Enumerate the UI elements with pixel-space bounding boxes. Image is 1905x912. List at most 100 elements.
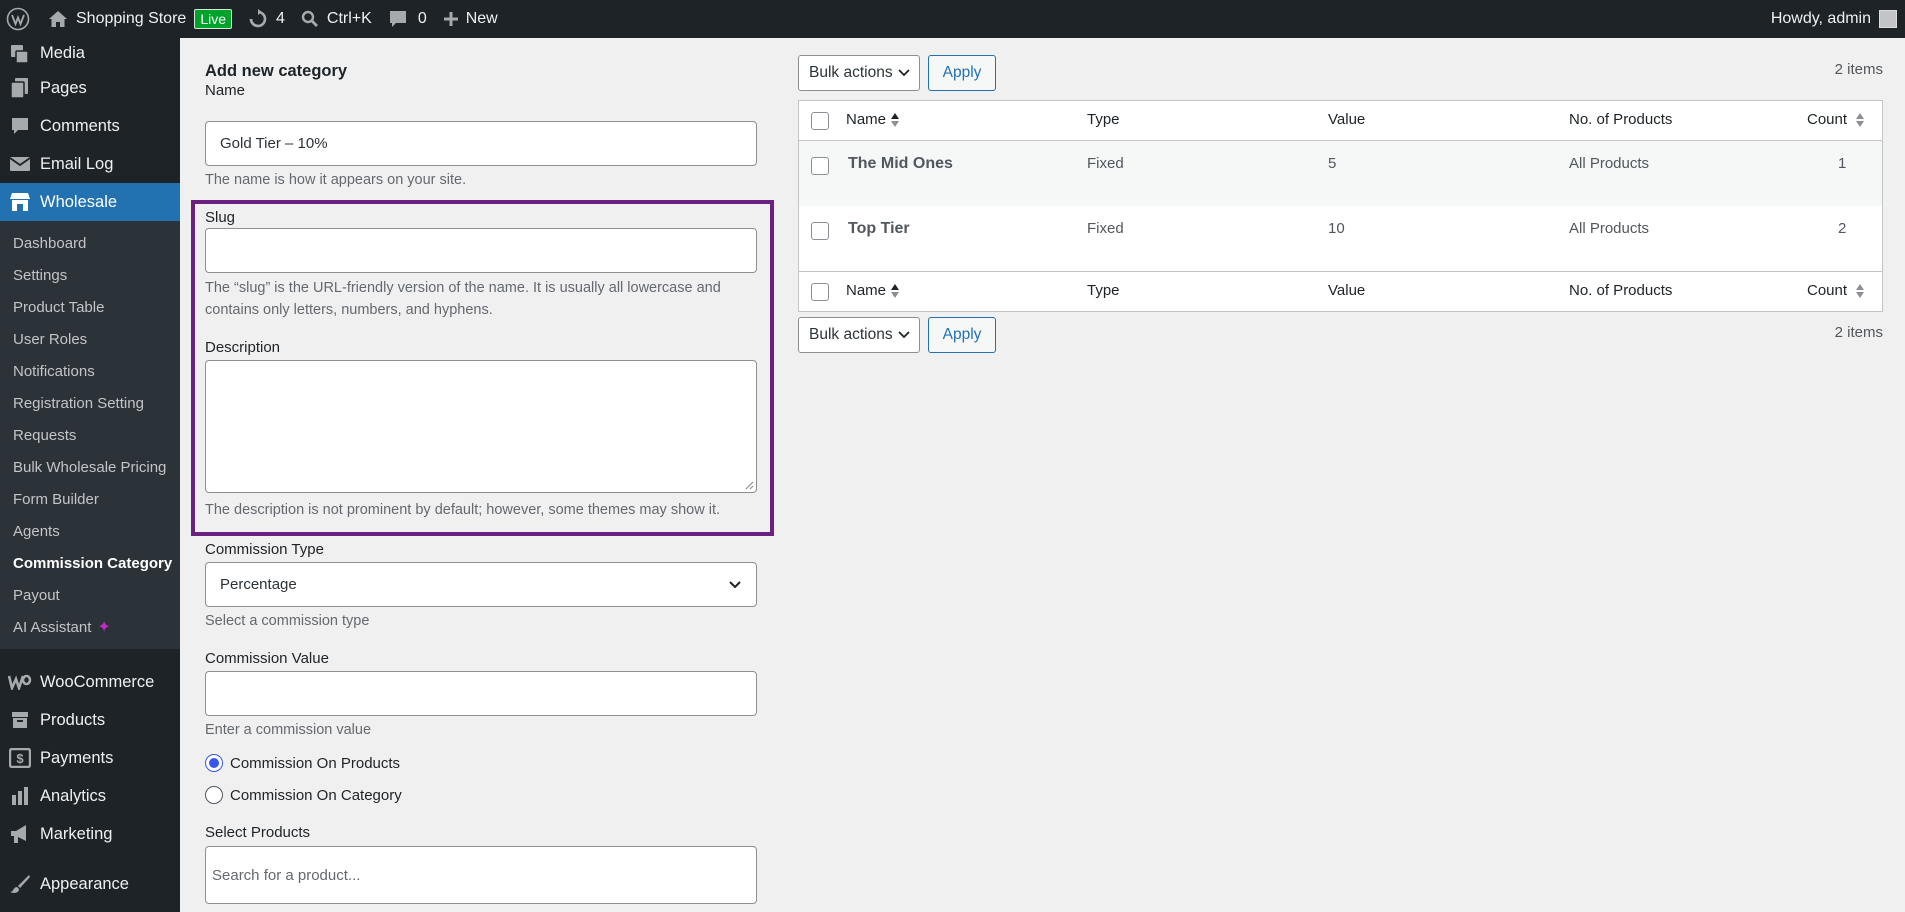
bulk-actions-label: Bulk actions <box>809 64 893 81</box>
submenu-item-requests[interactable]: Requests <box>0 419 180 451</box>
comments-count: 0 <box>417 10 427 27</box>
commission-type-select[interactable]: Percentage <box>205 562 757 607</box>
menu-payments[interactable]: $ Payments <box>0 739 180 777</box>
submenu-item-settings[interactable]: Settings <box>0 259 180 291</box>
submenu-item-registration-setting[interactable]: Registration Setting <box>0 387 180 419</box>
description-help: The description is not prominent by defa… <box>205 502 720 518</box>
category-count-link[interactable]: 2 <box>1838 220 1846 237</box>
resize-grip-icon[interactable] <box>744 480 754 490</box>
submenu-item-bulk-wholesale-pricing[interactable]: Bulk Wholesale Pricing <box>0 451 180 483</box>
wordpress-logo-icon[interactable] <box>0 0 40 38</box>
store-icon <box>8 190 32 214</box>
radio-commission-on-category[interactable]: Commission On Category <box>205 786 402 804</box>
comment-icon <box>388 9 408 29</box>
site-name-menu[interactable]: Shopping Store Live <box>40 0 240 38</box>
new-content-menu[interactable]: New <box>435 0 506 38</box>
select-products-input[interactable]: Search for a product... <box>205 846 757 904</box>
select-all-checkbox[interactable] <box>811 112 829 130</box>
submenu-label: User Roles <box>13 330 88 348</box>
home-icon <box>48 10 68 28</box>
column-products: No. of Products <box>1569 111 1673 128</box>
submenu-label: AI Assistant <box>13 618 92 636</box>
select-all-checkbox[interactable] <box>811 283 829 301</box>
category-name-link[interactable]: Top Tier <box>848 220 910 238</box>
menu-appearance[interactable]: Appearance <box>0 865 180 903</box>
menu-products[interactable]: Products <box>0 701 180 739</box>
commission-type-label: Commission Type <box>205 541 324 558</box>
menu-email-log[interactable]: Email Log <box>0 145 180 183</box>
column-count-sort[interactable]: Count <box>1807 111 1865 128</box>
bulk-actions-select-bottom[interactable]: Bulk actions <box>798 317 920 353</box>
menu-label: Email Log <box>40 154 114 173</box>
category-name-link[interactable]: The Mid Ones <box>848 155 953 173</box>
radio-commission-on-products[interactable]: Commission On Products <box>205 754 400 772</box>
table-header: Name Type Value No. of Products Count <box>799 101 1882 141</box>
apply-button-top[interactable]: Apply <box>928 55 996 91</box>
menu-label: Analytics <box>40 786 107 805</box>
submenu-label: Dashboard <box>13 234 87 252</box>
description-textarea[interactable] <box>205 360 757 493</box>
category-count-link[interactable]: 1 <box>1838 155 1846 172</box>
submenu-label: Settings <box>13 266 68 284</box>
slug-input[interactable] <box>205 228 757 273</box>
commission-value-label: Commission Value <box>205 650 329 667</box>
bulk-actions-select-top[interactable]: Bulk actions <box>798 55 920 91</box>
menu-wholesale[interactable]: Wholesale <box>0 183 180 221</box>
bulk-actions-label: Bulk actions <box>809 326 893 343</box>
categories-table: Name Type Value No. of Products Count Th… <box>798 100 1883 312</box>
description-label: Description <box>205 339 281 356</box>
submenu-item-payout[interactable]: Payout <box>0 579 180 611</box>
row-checkbox[interactable] <box>811 222 829 240</box>
column-name-sort[interactable]: Name <box>846 111 900 128</box>
menu-woocommerce[interactable]: WooCommerce <box>0 663 180 701</box>
marketing-icon <box>8 822 32 846</box>
menu-comments[interactable]: Comments <box>0 107 180 145</box>
radio-button-checked[interactable] <box>205 754 223 772</box>
updates-menu[interactable]: 4 <box>240 0 293 38</box>
submenu-item-ai-assistant[interactable]: AI Assistant ✦ <box>0 611 180 643</box>
account-menu[interactable]: Howdy, admin <box>1763 0 1905 38</box>
category-products: All Products <box>1569 155 1650 172</box>
submenu-item-form-builder[interactable]: Form Builder <box>0 483 180 515</box>
column-name-sort[interactable]: Name <box>846 282 900 299</box>
menu-label: Comments <box>40 116 120 135</box>
menu-analytics[interactable]: Analytics <box>0 777 180 815</box>
menu-label: Wholesale <box>40 192 118 211</box>
commission-value-input[interactable] <box>205 671 757 716</box>
sort-icon <box>1856 113 1865 128</box>
menu-marketing[interactable]: Marketing <box>0 815 180 853</box>
column-count-sort[interactable]: Count <box>1807 282 1865 299</box>
radio-label-products: Commission On Products <box>230 754 401 772</box>
command-palette[interactable]: Ctrl+K <box>293 0 380 38</box>
radio-button-unchecked[interactable] <box>205 786 223 804</box>
site-name: Shopping Store <box>76 10 187 27</box>
row-checkbox[interactable] <box>811 157 829 175</box>
apply-button-bottom[interactable]: Apply <box>928 317 996 353</box>
submenu-item-dashboard[interactable]: Dashboard <box>0 227 180 259</box>
comments-menu[interactable]: 0 <box>380 0 435 38</box>
name-label: Name <box>205 82 246 99</box>
radio-label-category: Commission On Category <box>230 786 402 804</box>
menu-media[interactable]: Media <box>0 38 180 69</box>
submenu-item-notifications[interactable]: Notifications <box>0 355 180 387</box>
items-count-top: 2 items <box>1834 61 1883 78</box>
submenu-label: Registration Setting <box>13 394 144 412</box>
menu-label: Products <box>40 710 106 729</box>
menu-pages[interactable]: Pages <box>0 69 180 107</box>
menu-label: Marketing <box>40 824 113 843</box>
name-input[interactable]: Gold Tier – 10% <box>205 121 757 166</box>
submenu-label: Requests <box>13 426 77 444</box>
category-value: 10 <box>1328 220 1345 237</box>
submenu-item-user-roles[interactable]: User Roles <box>0 323 180 355</box>
new-label: New <box>465 10 498 27</box>
sort-icon <box>1856 284 1865 299</box>
submenu-item-product-table[interactable]: Product Table <box>0 291 180 323</box>
submenu-item-commission-category[interactable]: Commission Category <box>0 547 180 579</box>
media-icon <box>8 42 32 66</box>
svg-text:$: $ <box>16 751 24 766</box>
submenu-item-agents[interactable]: Agents <box>0 515 180 547</box>
name-value: Gold Tier – 10% <box>220 135 328 152</box>
slug-help-line-1: The “slug” is the URL-friendly version o… <box>205 280 721 296</box>
sparkle-icon: ✦ <box>97 619 111 636</box>
submenu-label: Product Table <box>13 298 105 316</box>
